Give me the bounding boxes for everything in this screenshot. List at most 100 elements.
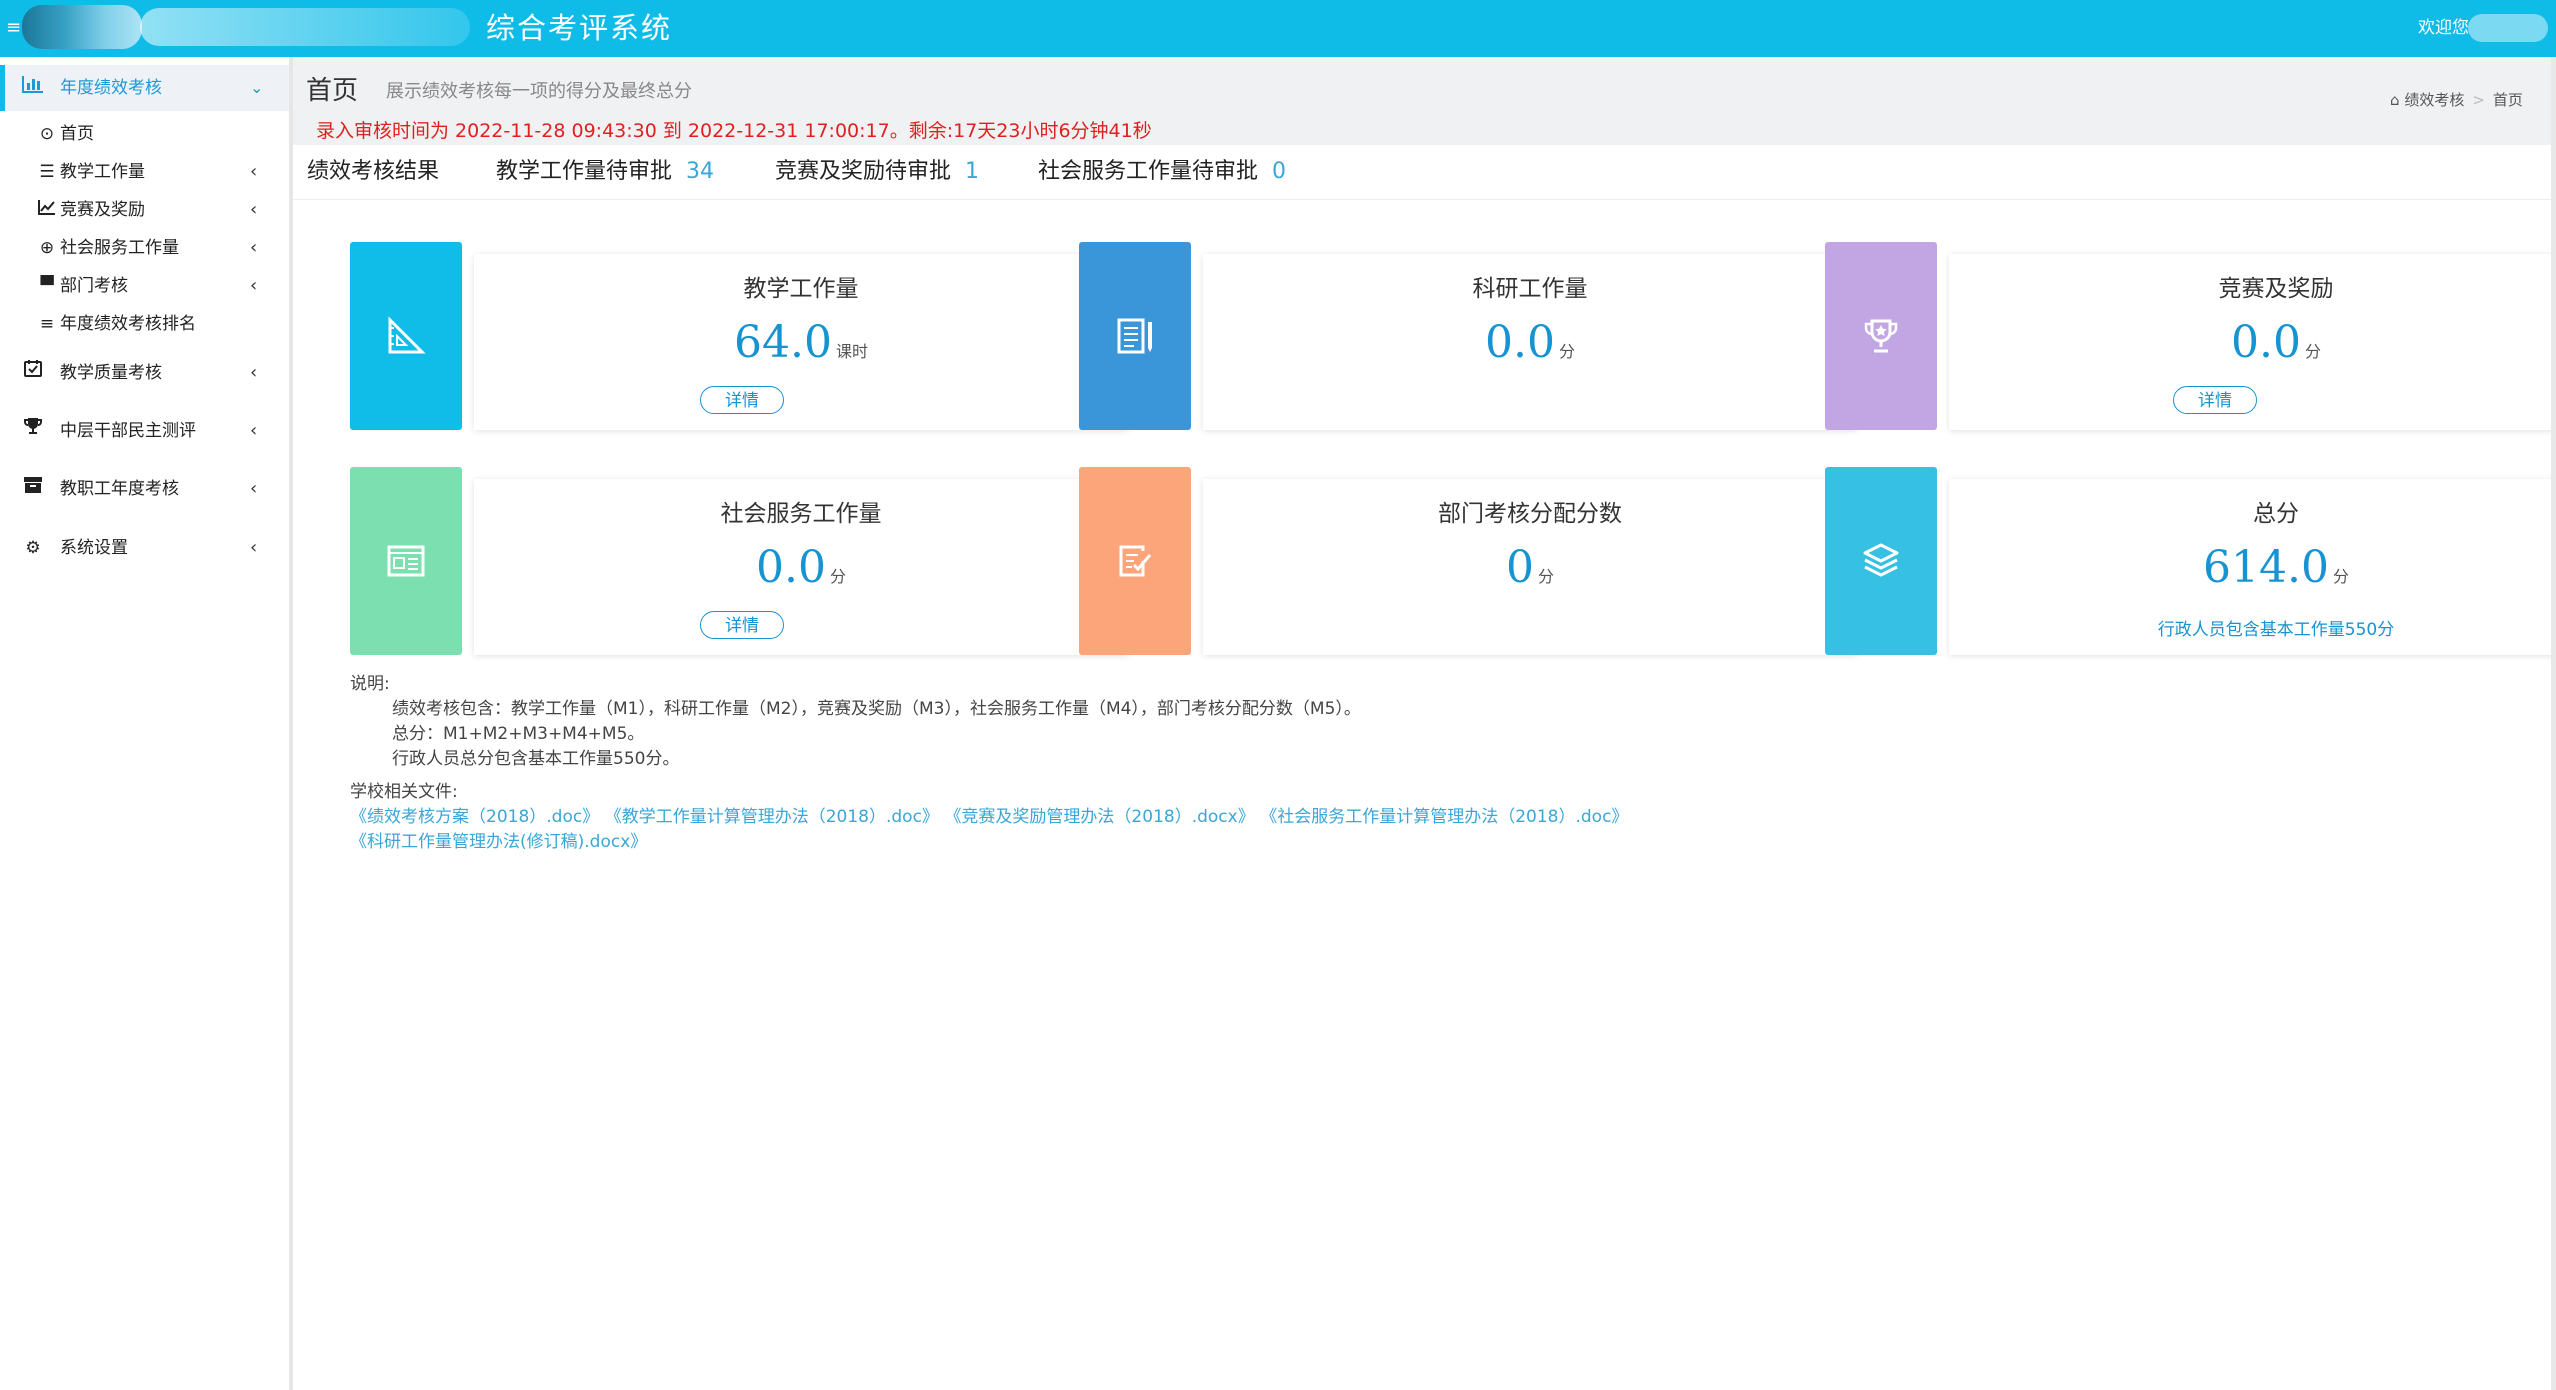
explanation-line: 总分：M1+M2+M3+M4+M5。 xyxy=(392,724,645,744)
value-number: 614.0 xyxy=(2203,542,2329,593)
sidebar-item-label: 年度绩效考核 xyxy=(60,78,162,98)
value-unit: 分 xyxy=(1537,567,1554,586)
value-number: 0.0 xyxy=(756,542,826,593)
sidebar-item-annual-ranking[interactable]: ≡ 年度绩效考核排名 xyxy=(0,309,289,339)
value-number: 64.0 xyxy=(734,317,832,368)
value-unit: 分 xyxy=(2332,567,2349,586)
card-value: 64.0 课时 xyxy=(474,314,1128,372)
social-service-card: 社会服务工作量 0.0 分 详情 xyxy=(474,479,1128,655)
explanation-heading: 说明: xyxy=(350,674,390,694)
pending-count-badge: 0 xyxy=(1272,159,1287,184)
tab-label: 社会服务工作量待审批 xyxy=(1038,159,1259,184)
chevron-left-icon: ‹ xyxy=(250,237,258,258)
chevron-left-icon: ‹ xyxy=(250,478,258,499)
teaching-workload-card: 教学工作量 64.0 课时 详情 xyxy=(474,254,1128,430)
chevron-left-icon: ‹ xyxy=(250,275,258,296)
archive-icon xyxy=(22,474,44,504)
card-title: 总分 xyxy=(2253,501,2299,527)
competition-awards-icon-box xyxy=(1825,242,1937,430)
tab-performance-result[interactable]: 绩效考核结果 xyxy=(307,157,439,187)
app-title: 综合考评系统 xyxy=(486,11,673,45)
line-chart-icon xyxy=(36,195,58,225)
breadcrumb-home-link[interactable]: 绩效考核 xyxy=(2404,91,2464,109)
tab-label: 竞赛及奖励待审批 xyxy=(775,159,952,184)
card-value: 614.0 分 xyxy=(1949,539,2556,597)
file-links: 《绩效考核方案（2018）.doc》 《教学工作量计算管理办法（2018）.doc… xyxy=(350,805,1750,855)
value-unit: 分 xyxy=(829,567,846,586)
newspaper-icon xyxy=(387,545,425,577)
page-subtitle: 展示绩效考核每一项的得分及最终总分 xyxy=(386,81,692,102)
department-score-card: 部门考核分配分数 0分 xyxy=(1203,479,1857,655)
chevron-left-icon: ‹ xyxy=(250,161,258,182)
file-link[interactable]: 《社会服务工作量计算管理办法（2018）.doc》 xyxy=(1269,807,1629,827)
bars-icon: ≡ xyxy=(39,314,55,334)
sidebar-item-annual-performance[interactable]: 年度绩效考核 ⌄ xyxy=(0,73,289,103)
menu-toggle-icon[interactable]: ≡ xyxy=(6,18,21,38)
clipboard-check-icon xyxy=(1119,545,1152,577)
file-link[interactable]: 《科研工作量管理办法(修订稿).docx》 xyxy=(350,832,647,852)
sidebar-item-teaching-quality[interactable]: 教学质量考核 ‹ xyxy=(0,358,289,388)
sidebar-item-label: 教职工年度考核 xyxy=(60,479,179,499)
teaching-workload-icon-box xyxy=(350,242,462,430)
tab-social-service-pending[interactable]: 社会服务工作量待审批 0 xyxy=(1038,157,1286,187)
archive-icon: ▀ xyxy=(40,276,54,296)
research-workload-icon-box xyxy=(1079,242,1191,430)
sidebar-item-label: 系统设置 xyxy=(60,538,128,558)
value-number: 0 xyxy=(1505,542,1534,593)
tab-label: 绩效考核结果 xyxy=(307,159,440,184)
tab-competition-pending[interactable]: 竞赛及奖励待审批 1 xyxy=(775,157,979,187)
trophy-icon xyxy=(1864,319,1898,353)
sidebar-item-label: 首页 xyxy=(60,124,94,144)
sidebar-item-label: 竞赛及奖励 xyxy=(60,200,145,220)
value-unit: 分 xyxy=(2304,342,2321,361)
card-value: 0.0 分 xyxy=(1203,314,1857,372)
sidebar-item-social-service[interactable]: ⊕ 社会服务工作量 ‹ xyxy=(0,233,289,263)
gear-icon: ⚙ xyxy=(25,538,41,558)
bar-chart-icon xyxy=(22,73,44,103)
sidebar-item-cadre-evaluation[interactable]: 中层干部民主测评 ‹ xyxy=(0,416,289,446)
tab-teaching-pending[interactable]: 教学工作量待审批 34 xyxy=(496,157,714,187)
breadcrumb-separator: > xyxy=(2472,91,2485,109)
value-number: 0.0 xyxy=(1485,317,1555,368)
card-title: 教学工作量 xyxy=(743,276,859,302)
card-title: 部门考核分配分数 xyxy=(1438,501,1622,527)
file-link[interactable]: 《绩效考核方案（2018）.doc》 xyxy=(350,807,599,827)
details-button[interactable]: 详情 xyxy=(700,611,784,639)
competition-awards-card: 竞赛及奖励 0.0 分 详情 xyxy=(1949,254,2556,430)
department-score-icon-box xyxy=(1079,467,1191,655)
sidebar-item-department-assessment[interactable]: ▀ 部门考核 ‹ xyxy=(0,271,289,301)
page-title: 首页 xyxy=(306,76,359,106)
school-logo xyxy=(22,5,142,49)
breadcrumb: ⌂ 绩效考核 > 首页 xyxy=(2390,90,2523,110)
sidebar: 年度绩效考核 ⌄ ⊙ 首页 ☰ 教学工作量 ‹ 竞赛及奖励 ‹ ⊕ 社会服务工作… xyxy=(0,57,293,1390)
globe-icon: ⊕ xyxy=(39,238,55,258)
chevron-left-icon: ‹ xyxy=(250,199,258,220)
research-workload-card: 科研工作量 0.0 分 xyxy=(1203,254,1857,430)
sidebar-item-staff-annual-assessment[interactable]: 教职工年度考核 ‹ xyxy=(0,474,289,504)
value-number: 0.0 xyxy=(2231,317,2301,368)
sidebar-item-system-settings[interactable]: ⚙ 系统设置 ‹ xyxy=(0,533,289,563)
school-name-blurred xyxy=(140,8,470,46)
sidebar-item-teaching-workload[interactable]: ☰ 教学工作量 ‹ xyxy=(0,157,289,187)
top-header-bar: ≡ 综合考评系统 欢迎您 xyxy=(0,0,2556,57)
details-button[interactable]: 详情 xyxy=(2173,386,2257,414)
vertical-scrollbar[interactable] xyxy=(2551,57,2556,1390)
user-menu[interactable] xyxy=(2468,14,2548,42)
card-value: 0.0 分 xyxy=(474,539,1128,597)
value-unit: 分 xyxy=(1558,342,1575,361)
social-service-icon-box xyxy=(350,467,462,655)
card-title: 科研工作量 xyxy=(1472,276,1588,302)
chevron-left-icon: ‹ xyxy=(250,420,258,441)
sidebar-item-home[interactable]: ⊙ 首页 xyxy=(0,119,289,149)
sidebar-item-label: 教学质量考核 xyxy=(60,363,162,383)
layers-icon xyxy=(1863,543,1899,577)
chevron-down-icon: ⌄ xyxy=(250,78,264,97)
approval-tabs: 绩效考核结果 教学工作量待审批 34 竞赛及奖励待审批 1 社会服务工作量待审批 0 xyxy=(293,145,2556,200)
sidebar-item-competition-awards[interactable]: 竞赛及奖励 ‹ xyxy=(0,195,289,225)
total-score-card: 总分 614.0 分 行政人员包含基本工作量550分 xyxy=(1949,479,2556,655)
details-button[interactable]: 详情 xyxy=(700,386,784,414)
file-link[interactable]: 《竞赛及奖励管理办法（2018）.docx》 xyxy=(953,807,1255,827)
file-link[interactable]: 《教学工作量计算管理办法（2018）.doc》 xyxy=(613,807,939,827)
card-note: 行政人员包含基本工作量550分 xyxy=(2157,620,2395,640)
sidebar-item-label: 部门考核 xyxy=(60,276,128,296)
